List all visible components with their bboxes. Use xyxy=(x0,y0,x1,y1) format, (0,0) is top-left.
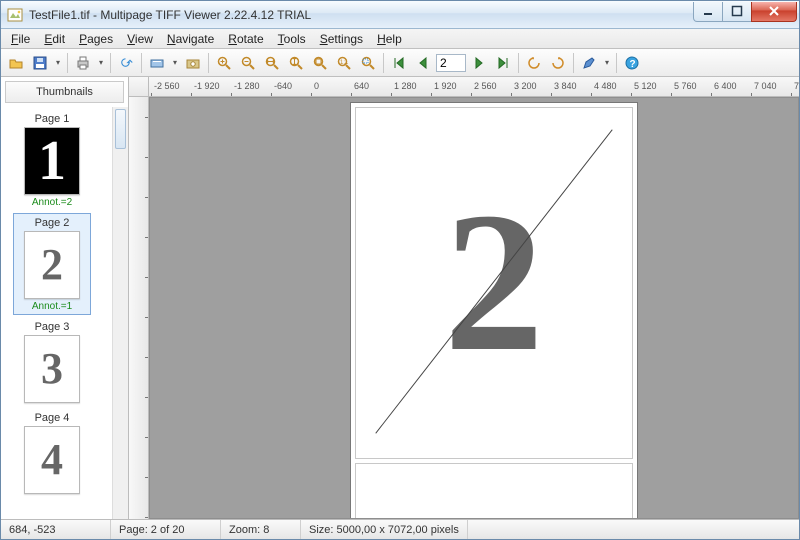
menu-item-navigate[interactable]: Navigate xyxy=(161,30,220,48)
help-button[interactable]: ? xyxy=(621,52,643,74)
zoom-region-button[interactable] xyxy=(357,52,379,74)
title-bar: TestFile1.tif - Multipage TIFF Viewer 2.… xyxy=(1,1,799,29)
thumbnail-label: Page 2 xyxy=(16,217,88,229)
thumbnail-image: 3 xyxy=(24,335,80,403)
zoom-out-button[interactable] xyxy=(237,52,259,74)
scan-dropdown[interactable]: ▾ xyxy=(170,58,180,67)
viewer-area: -2 560-1 920-1 280-64006401 2801 9202 56… xyxy=(129,77,799,519)
svg-text:?: ? xyxy=(630,59,636,70)
thumbnail-annotation: Annot.=2 xyxy=(16,197,88,208)
horizontal-ruler: -2 560-1 920-1 280-64006401 2801 9202 56… xyxy=(149,77,799,97)
menu-item-edit[interactable]: Edit xyxy=(38,30,71,48)
camera-button[interactable] xyxy=(182,52,204,74)
thumbnail-image: 1 xyxy=(24,127,80,195)
thumbnail-image: 2 xyxy=(24,231,80,299)
thumbnail-scrollbar[interactable] xyxy=(112,107,128,519)
thumbnail-item[interactable]: Page 3 3 xyxy=(13,317,91,406)
minimize-button[interactable] xyxy=(693,2,723,22)
window-title: TestFile1.tif - Multipage TIFF Viewer 2.… xyxy=(29,8,311,22)
annotate-button[interactable] xyxy=(578,52,600,74)
ruler-corner xyxy=(129,77,149,97)
save-button[interactable] xyxy=(29,52,51,74)
thumbnail-item[interactable]: Page 2 2 Annot.=1 xyxy=(13,213,91,315)
thumbnail-header: Thumbnails xyxy=(5,81,124,103)
thumbnail-item[interactable]: Page 4 4 xyxy=(13,408,91,497)
thumbnail-annotation: Annot.=1 xyxy=(16,301,88,312)
status-page: Page: 2 of 20 xyxy=(111,520,221,539)
best-fit-button[interactable] xyxy=(309,52,331,74)
annotate-dropdown[interactable]: ▾ xyxy=(602,58,612,67)
thumbnail-image: 4 xyxy=(24,426,80,494)
app-icon xyxy=(7,7,23,23)
menu-item-view[interactable]: View xyxy=(121,30,159,48)
prev-page-button[interactable] xyxy=(412,52,434,74)
scan-button[interactable] xyxy=(146,52,168,74)
print-dropdown[interactable]: ▾ xyxy=(96,58,106,67)
next-page-button[interactable] xyxy=(468,52,490,74)
actual-size-button[interactable]: 1:1 xyxy=(333,52,355,74)
menu-item-pages[interactable]: Pages xyxy=(73,30,119,48)
status-bar: 684, -523 Page: 2 of 20 Zoom: 8 Size: 50… xyxy=(1,519,799,539)
maximize-button[interactable] xyxy=(722,2,752,22)
thumbnail-label: Page 1 xyxy=(16,113,88,125)
page-number-input[interactable] xyxy=(436,54,466,72)
menu-item-file[interactable]: File xyxy=(5,30,36,48)
fit-width-button[interactable] xyxy=(261,52,283,74)
vertical-ruler: 06401 2801 9202 5603 2003 8404 4805 1205… xyxy=(129,97,149,519)
main-area: Thumbnails Page 1 1 Annot.=2 Page 2 2 Annot.=… xyxy=(1,77,799,519)
status-size: Size: 5000,00 x 7072,00 pixels xyxy=(301,520,468,539)
thumbnail-label: Page 4 xyxy=(16,412,88,424)
toolbar: ▾ ▾ ▾ 1:1 ▾ ? xyxy=(1,49,799,77)
status-zoom: Zoom: 8 xyxy=(221,520,301,539)
page-content-number: 2 xyxy=(444,203,544,363)
thumbnail-item[interactable]: Page 1 1 Annot.=2 xyxy=(13,109,91,211)
refresh-button[interactable] xyxy=(115,52,137,74)
svg-text:1:1: 1:1 xyxy=(340,60,349,66)
window-controls xyxy=(694,2,797,22)
open-button[interactable] xyxy=(5,52,27,74)
menu-bar: FileEditPagesViewNavigateRotateToolsSett… xyxy=(1,29,799,49)
zoom-in-button[interactable] xyxy=(213,52,235,74)
page-preview: 2 xyxy=(350,102,638,519)
menu-item-tools[interactable]: Tools xyxy=(272,30,312,48)
thumbnail-panel: Thumbnails Page 1 1 Annot.=2 Page 2 2 Annot.=… xyxy=(1,77,129,519)
status-coords: 684, -523 xyxy=(1,520,111,539)
menu-item-settings[interactable]: Settings xyxy=(314,30,369,48)
menu-item-rotate[interactable]: Rotate xyxy=(222,30,269,48)
page-lower-region xyxy=(355,463,633,519)
rotate-right-button[interactable] xyxy=(547,52,569,74)
rotate-left-button[interactable] xyxy=(523,52,545,74)
page-canvas[interactable]: 2 xyxy=(149,97,799,519)
fit-height-button[interactable] xyxy=(285,52,307,74)
menu-item-help[interactable]: Help xyxy=(371,30,408,48)
thumbnail-label: Page 3 xyxy=(16,321,88,333)
print-button[interactable] xyxy=(72,52,94,74)
first-page-button[interactable] xyxy=(388,52,410,74)
save-dropdown[interactable]: ▾ xyxy=(53,58,63,67)
close-button[interactable] xyxy=(751,2,797,22)
last-page-button[interactable] xyxy=(492,52,514,74)
